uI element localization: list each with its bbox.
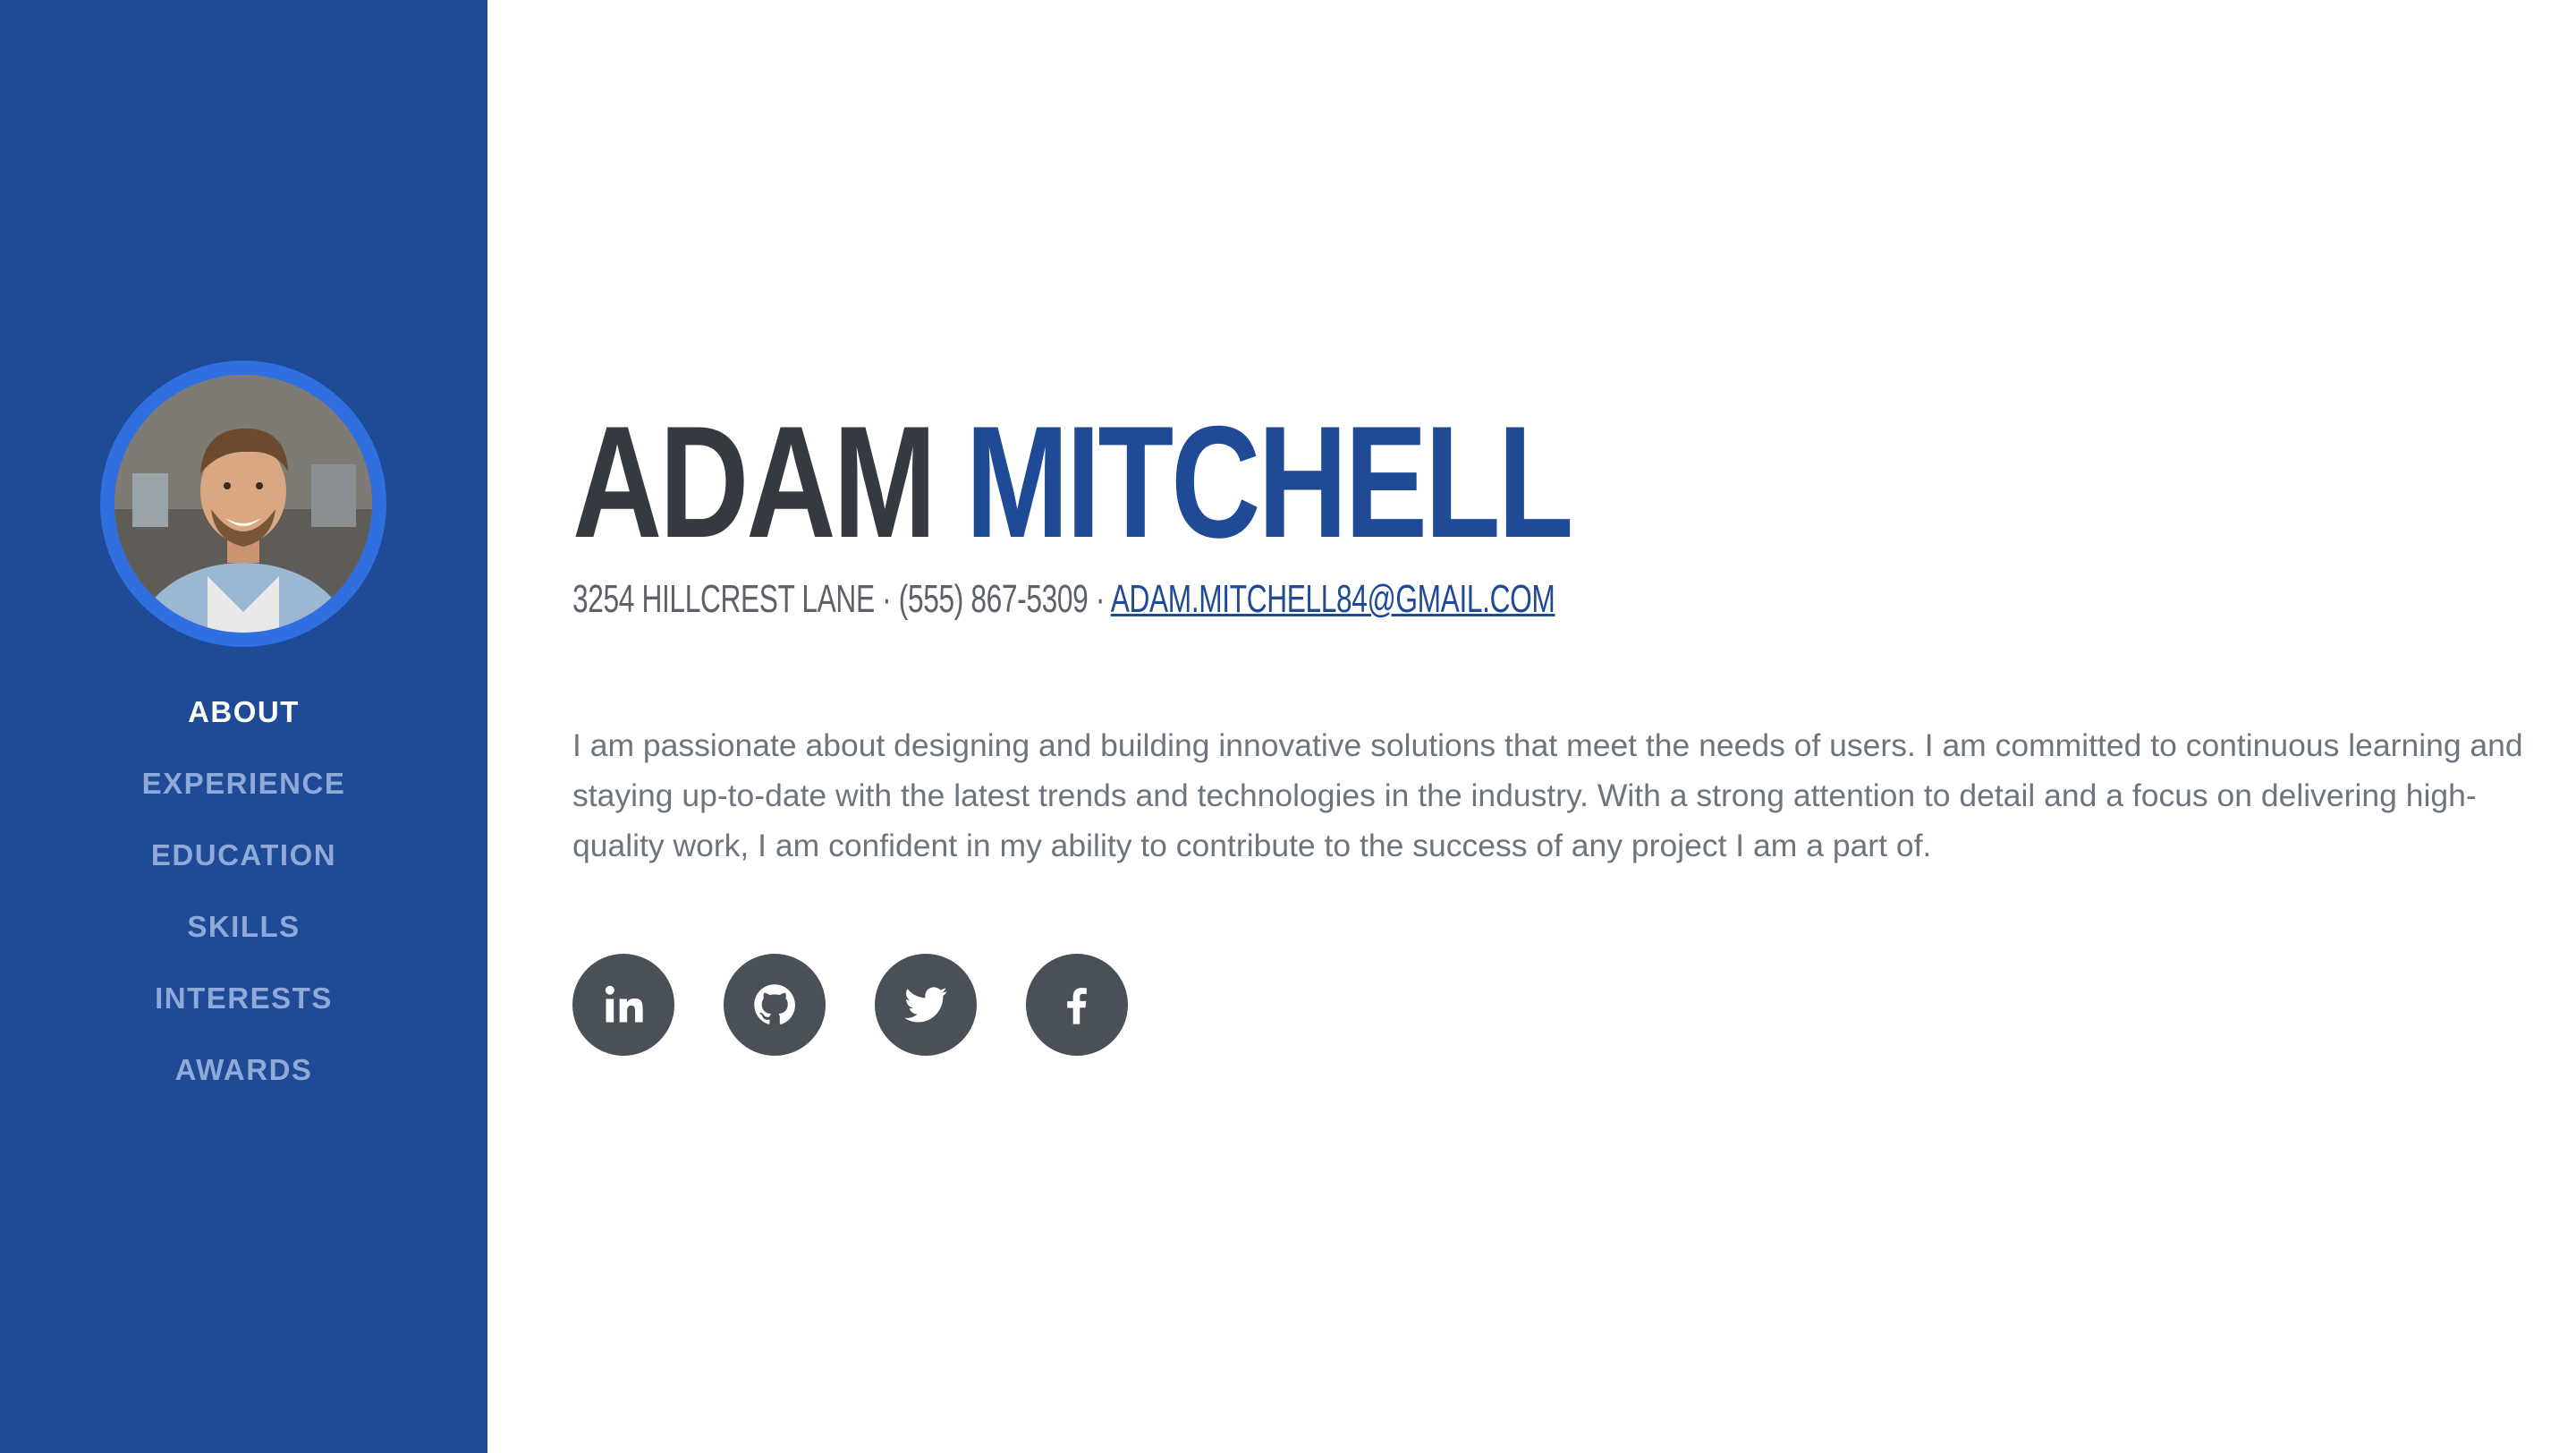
separator: · — [1088, 577, 1111, 621]
contact-line: 3254 HILLCREST LANE · (555) 867-5309 · A… — [572, 573, 1555, 626]
facebook-button[interactable] — [1026, 954, 1128, 1056]
first-name: ADAM — [572, 393, 936, 571]
profile-photo — [114, 375, 372, 633]
twitter-icon — [904, 987, 947, 1023]
bio-paragraph: I am passionate about designing and buil… — [572, 727, 2523, 863]
email-link[interactable]: ADAM.MITCHELL84@GMAIL.COM — [1111, 577, 1555, 621]
linkedin-icon — [605, 985, 643, 1023]
nav-item-interests[interactable]: INTERESTS — [0, 975, 487, 1047]
nav-item-experience[interactable]: EXPERIENCE — [0, 760, 487, 832]
separator: · — [874, 577, 899, 621]
phone: (555) 867-5309 — [898, 577, 1089, 621]
nav-item-skills[interactable]: SKILLS — [0, 904, 487, 975]
address: 3254 HILLCREST LANE — [572, 577, 875, 621]
social-links — [572, 954, 1128, 1056]
nav-item-education[interactable]: EDUCATION — [0, 832, 487, 904]
page-title: ADAM MITCHELL — [572, 403, 1573, 562]
twitter-button[interactable] — [875, 954, 977, 1056]
facebook-icon — [1067, 988, 1087, 1024]
nav-item-awards[interactable]: AWARDS — [0, 1047, 487, 1118]
avatar — [114, 375, 372, 633]
sidebar-nav: ABOUT EXPERIENCE EDUCATION SKILLS INTERE… — [0, 689, 487, 1118]
sidebar: ABOUT EXPERIENCE EDUCATION SKILLS INTERE… — [0, 0, 487, 1453]
resume-page: ABOUT EXPERIENCE EDUCATION SKILLS INTERE… — [0, 0, 2576, 1453]
avatar-ring — [100, 361, 386, 647]
linkedin-button[interactable] — [572, 954, 674, 1056]
github-button[interactable] — [724, 954, 826, 1056]
last-name: MITCHELL — [965, 393, 1573, 571]
github-icon — [754, 984, 795, 1024]
nav-item-about[interactable]: ABOUT — [0, 689, 487, 760]
